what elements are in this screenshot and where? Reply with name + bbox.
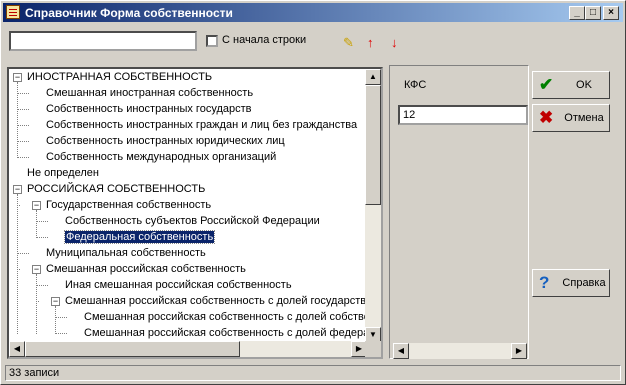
ok-button[interactable]: ✔ OK — [532, 71, 610, 99]
tree-connector — [17, 82, 18, 158]
app-icon — [6, 5, 20, 19]
tree-vertical-scrollbar[interactable]: ▲ ▼ — [365, 69, 381, 343]
tree-item[interactable]: Собственность иностранных юридических ли… — [46, 134, 285, 149]
detail-scroll-left-button[interactable]: ◀ — [393, 343, 409, 359]
maximize-button[interactable]: □ — [585, 6, 601, 20]
tree-item[interactable]: Собственность иностранных граждан и лиц … — [46, 118, 357, 133]
tree-item[interactable]: РОССИЙСКАЯ СОБСТВЕННОСТЬ — [27, 182, 205, 197]
tree-item-label: Смешанная российская собственность с дол… — [84, 327, 367, 339]
tree-item-label: Собственность иностранных государств — [46, 103, 252, 115]
search-input[interactable] — [9, 31, 197, 51]
tree-item[interactable]: Смешанная российская собственность с дол… — [65, 294, 367, 309]
dialog-window: Справочник Форма собственности _ □ × С н… — [0, 0, 626, 385]
scroll-up-button[interactable]: ▲ — [365, 69, 381, 85]
tree-item-label: РОССИЙСКАЯ СОБСТВЕННОСТЬ — [27, 183, 206, 195]
kfs-label: КФС — [404, 79, 427, 91]
tree-item[interactable]: Иная смешанная российская собственность — [65, 278, 292, 293]
cancel-button[interactable]: ✖ Отмена — [532, 104, 610, 132]
cross-icon: ✖ — [539, 108, 554, 127]
tree-item-label: Собственность субъектов Российской Федер… — [65, 215, 320, 227]
tree-item-label: Смешанная российская собственность с дол… — [65, 295, 367, 307]
scroll-thumb[interactable] — [365, 85, 381, 205]
tree-connector — [36, 237, 48, 238]
tree-item[interactable]: Собственность иностранных государств — [46, 102, 252, 117]
tree-horizontal-scrollbar[interactable]: ◀ ▶ — [9, 341, 367, 357]
detail-scroll-right-button[interactable]: ▶ — [511, 343, 527, 359]
minimize-button[interactable]: _ — [569, 6, 585, 20]
tree-item[interactable]: Муниципальная собственность — [46, 246, 206, 261]
find-icon[interactable]: ✎ — [343, 36, 354, 49]
tree-connector — [17, 253, 29, 254]
tree-item-label: Собственность иностранных граждан и лиц … — [46, 119, 358, 131]
tree-connector — [17, 125, 29, 126]
tree-item[interactable]: Федеральная собственность — [63, 230, 216, 245]
tree-item-label: Не определен — [27, 167, 99, 179]
tree-item[interactable]: Смешанная российская собственность — [46, 262, 246, 277]
window-title: Справочник Форма собственности — [25, 6, 233, 20]
tree-expander[interactable]: − — [32, 201, 41, 210]
checkmark-icon: ✔ — [539, 75, 554, 94]
tree-connector — [55, 317, 67, 318]
tree-item[interactable]: Смешанная российская собственность с дол… — [84, 310, 367, 325]
from-start-label: С начала строки — [222, 34, 307, 46]
tree-connector — [36, 210, 37, 238]
tree-connector — [17, 93, 29, 94]
tree-item-label: ИНОСТРАННАЯ СОБСТВЕННОСТЬ — [27, 71, 213, 83]
tree-item[interactable]: Смешанная российская собственность с дол… — [84, 326, 367, 341]
arrow-up-icon[interactable]: ↑ — [367, 36, 374, 49]
ownership-tree[interactable]: − ИНОСТРАННАЯ СОБСТВЕННОСТЬ Смешанная инос… — [7, 67, 383, 359]
help-button-label: Справка — [562, 277, 606, 289]
tree-item[interactable]: Государственная собственность — [46, 198, 211, 213]
tree-item-label: Иная смешанная российская собственность — [65, 279, 292, 291]
ok-button-label: OK — [576, 79, 592, 91]
tree-item[interactable]: ИНОСТРАННАЯ СОБСТВЕННОСТЬ — [27, 70, 212, 85]
from-start-checkbox[interactable] — [206, 35, 218, 47]
tree-connector — [36, 274, 37, 334]
scroll-corner — [365, 341, 381, 357]
tree-connector — [55, 306, 56, 334]
hscroll-thumb[interactable] — [25, 341, 240, 357]
tree-item-label: Федеральная собственность — [63, 230, 216, 244]
cancel-button-label: Отмена — [564, 112, 604, 124]
arrow-down-icon[interactable]: ↓ — [391, 36, 398, 49]
tree-connector — [17, 194, 18, 334]
tree-item[interactable]: Не определен — [27, 166, 99, 181]
tree-item[interactable]: Смешанная иностранная собственность — [46, 86, 253, 101]
kfs-field[interactable]: 12 — [398, 105, 528, 125]
tree-content: − ИНОСТРАННАЯ СОБСТВЕННОСТЬ Смешанная инос… — [9, 69, 367, 343]
tree-item-label: Собственность международных организаций — [46, 151, 277, 163]
status-bar: 33 записи — [3, 364, 623, 382]
tree-connector — [36, 285, 48, 286]
tree-item-label: Смешанная российская собственность с дол… — [84, 311, 367, 323]
tree-expander[interactable]: − — [32, 265, 41, 274]
tree-connector — [36, 221, 48, 222]
detail-horizontal-scrollbar[interactable]: ◀ ▶ — [393, 343, 527, 359]
tree-expander[interactable]: − — [51, 297, 60, 306]
tree-expander[interactable]: − — [13, 73, 22, 82]
tree-item-label: Государственная собственность — [46, 199, 212, 211]
tree-item[interactable]: Собственность субъектов Российской Федер… — [65, 214, 320, 229]
help-button[interactable]: ? Справка — [532, 269, 610, 297]
question-mark-icon: ? — [539, 273, 550, 292]
title-bar[interactable]: Справочник Форма собственности _ □ × — [3, 3, 623, 22]
tree-connector — [17, 109, 29, 110]
tree-connector — [17, 141, 29, 142]
tree-item[interactable]: Собственность международных организаций — [46, 150, 276, 165]
tree-connector — [55, 333, 67, 334]
tree-item-label: Собственность иностранных юридических ли… — [46, 135, 285, 147]
scroll-left-button[interactable]: ◀ — [9, 341, 25, 357]
tree-expander[interactable]: − — [13, 185, 22, 194]
tree-item-label: Смешанная иностранная собственность — [46, 87, 254, 99]
close-button[interactable]: × — [603, 6, 619, 20]
record-count: 33 записи — [5, 365, 621, 381]
tree-item-label: Муниципальная собственность — [46, 247, 206, 259]
tree-connector — [17, 157, 29, 158]
tree-item-label: Смешанная российская собственность — [46, 263, 246, 275]
